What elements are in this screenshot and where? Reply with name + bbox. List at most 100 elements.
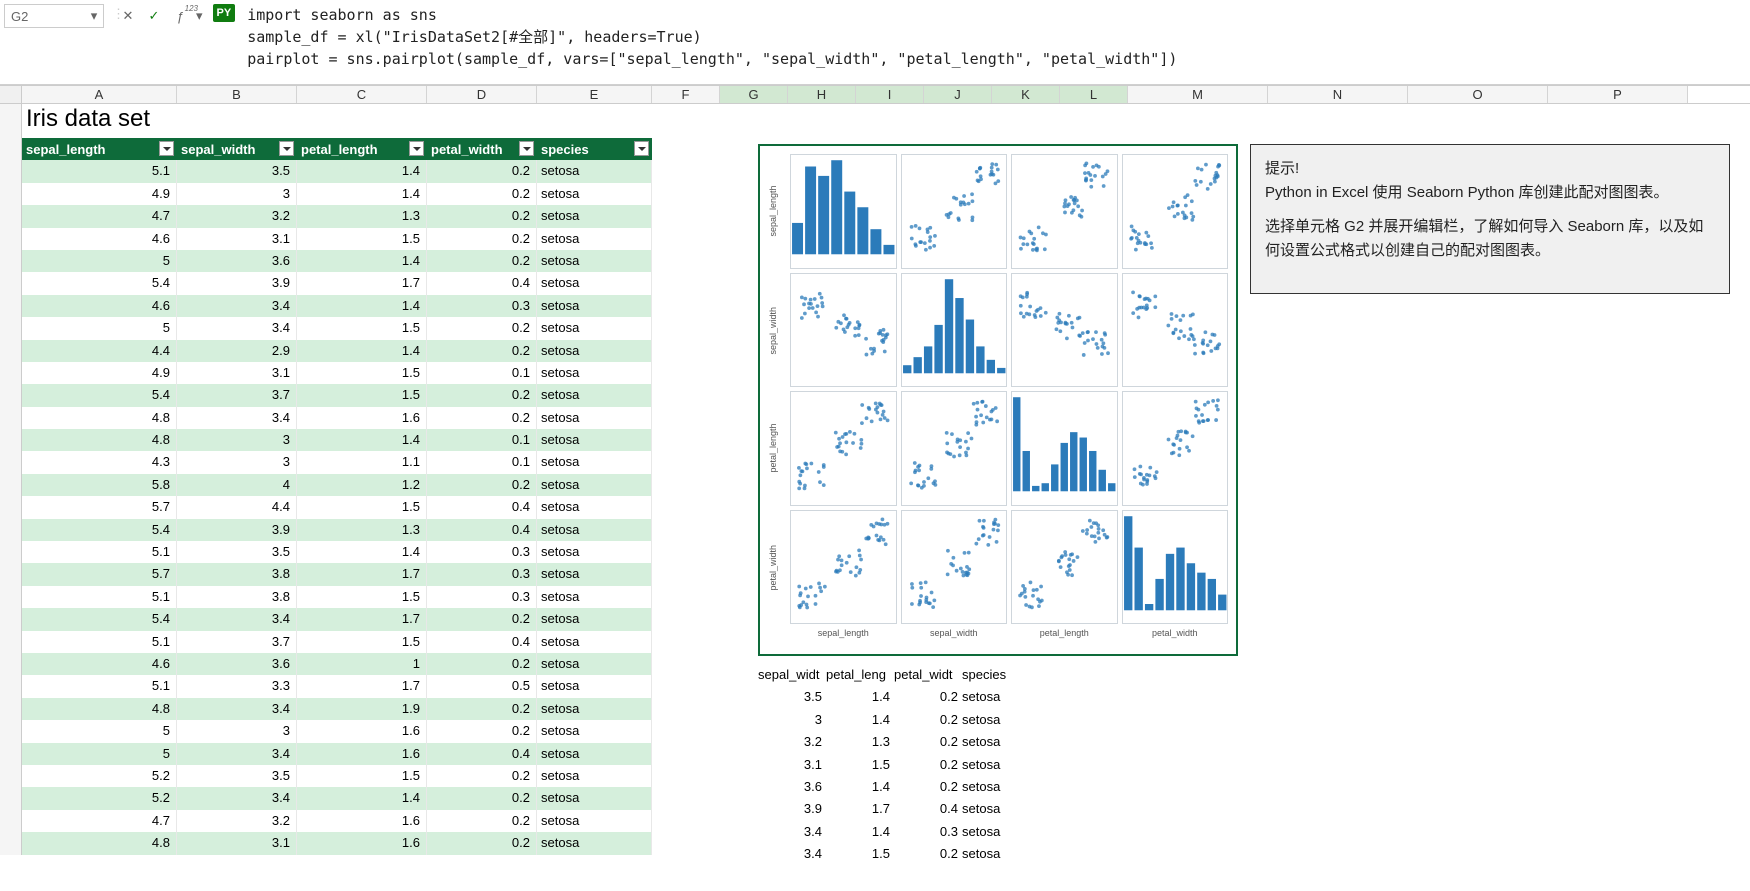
cell[interactable]: 0.1	[427, 451, 537, 473]
cell[interactable]: setosa	[537, 250, 652, 272]
cell[interactable]: 0.2	[427, 698, 537, 720]
cell[interactable]: 3.9	[758, 798, 826, 820]
row-number[interactable]	[0, 104, 22, 138]
column-header-N[interactable]: N	[1268, 86, 1408, 103]
table-row[interactable]: 4.73.21.30.2setosa	[22, 205, 652, 227]
cell[interactable]: setosa	[537, 160, 652, 182]
cell[interactable]: 1.7	[297, 272, 427, 294]
cell[interactable]: 0.3	[427, 541, 537, 563]
cell[interactable]: 5.2	[22, 765, 177, 787]
row-number[interactable]	[0, 317, 22, 339]
cell[interactable]: 1.5	[826, 754, 894, 776]
cell[interactable]: 1.5	[297, 496, 427, 518]
row-number[interactable]	[0, 541, 22, 563]
cell[interactable]: 5.4	[22, 608, 177, 630]
cell[interactable]: 5.1	[22, 541, 177, 563]
row-number[interactable]	[0, 250, 22, 272]
table-row[interactable]: 4.831.40.1setosa	[22, 429, 652, 451]
row-number[interactable]	[0, 810, 22, 832]
cell[interactable]: 2.9	[177, 340, 297, 362]
table-row[interactable]: 5.23.41.40.2setosa	[22, 787, 652, 809]
cell[interactable]: 3.9	[177, 519, 297, 541]
cell[interactable]: 1.2	[297, 474, 427, 496]
row-number[interactable]	[0, 362, 22, 384]
cell[interactable]: 1.6	[297, 720, 427, 742]
row-number[interactable]	[0, 183, 22, 205]
row-number[interactable]	[0, 631, 22, 653]
cell[interactable]: 0.3	[427, 295, 537, 317]
cell[interactable]: 1.6	[297, 810, 427, 832]
cell[interactable]: 1.1	[297, 451, 427, 473]
row-number[interactable]	[0, 272, 22, 294]
row-number[interactable]	[0, 407, 22, 429]
cell[interactable]: 0.2	[427, 340, 537, 362]
table-row[interactable]: 5.13.71.50.4setosa	[22, 631, 652, 653]
cell[interactable]: setosa	[537, 832, 652, 854]
cell[interactable]: 3.1	[177, 362, 297, 384]
cell[interactable]: setosa	[962, 821, 1030, 843]
column-header-F[interactable]: F	[652, 86, 720, 103]
row-number[interactable]	[0, 496, 22, 518]
cell[interactable]: 1.4	[297, 183, 427, 205]
cell[interactable]: 0.4	[427, 743, 537, 765]
cell[interactable]: 5	[22, 250, 177, 272]
cell[interactable]: 4.4	[22, 340, 177, 362]
table-row[interactable]: 4.42.91.40.2setosa	[22, 340, 652, 362]
filter-dropdown-icon[interactable]	[279, 141, 294, 156]
row-number[interactable]	[0, 765, 22, 787]
cell[interactable]: setosa	[537, 653, 652, 675]
column-header-B[interactable]: B	[177, 86, 297, 103]
cell[interactable]: 1.5	[297, 228, 427, 250]
row-number[interactable]	[0, 743, 22, 765]
filter-dropdown-icon[interactable]	[634, 141, 649, 156]
cell[interactable]: 3.6	[177, 653, 297, 675]
cell[interactable]: 1.5	[297, 362, 427, 384]
cell[interactable]: 3	[177, 429, 297, 451]
accept-formula-button[interactable]: ✓	[144, 6, 164, 26]
cell[interactable]: 3.7	[177, 384, 297, 406]
cell[interactable]: 4.9	[22, 362, 177, 384]
cell[interactable]: 0.2	[894, 709, 962, 731]
table-row[interactable]: 4.331.10.1setosa	[22, 451, 652, 473]
cell[interactable]: setosa	[537, 810, 652, 832]
column-header-A[interactable]: A	[22, 86, 177, 103]
cell[interactable]: 1.4	[826, 776, 894, 798]
cell[interactable]: 5.4	[22, 519, 177, 541]
cell[interactable]: setosa	[537, 743, 652, 765]
filter-dropdown-icon[interactable]	[159, 141, 174, 156]
cell[interactable]: 3.8	[177, 586, 297, 608]
table-row[interactable]: 531.60.2setosa	[22, 720, 652, 742]
table-row[interactable]: 5.841.20.2setosa	[22, 474, 652, 496]
row-number[interactable]	[0, 451, 22, 473]
table-row[interactable]: 3.21.30.2setosa	[758, 731, 1030, 753]
cell[interactable]: setosa	[537, 384, 652, 406]
row-number[interactable]	[0, 474, 22, 496]
table-row[interactable]: 5.13.51.40.2setosa	[22, 160, 652, 182]
cell[interactable]: 1.6	[297, 407, 427, 429]
cell[interactable]: 1	[297, 653, 427, 675]
cell[interactable]: 1.5	[297, 317, 427, 339]
cell[interactable]: 0.2	[427, 474, 537, 496]
cell[interactable]: 3.4	[758, 821, 826, 843]
cell[interactable]: 0.2	[894, 776, 962, 798]
cell[interactable]: 0.2	[427, 160, 537, 182]
table-row[interactable]: 53.41.60.4setosa	[22, 743, 652, 765]
cell[interactable]: 0.4	[427, 496, 537, 518]
cell[interactable]: 0.1	[427, 429, 537, 451]
cell[interactable]: 0.2	[427, 384, 537, 406]
cell[interactable]: 5.2	[22, 787, 177, 809]
row-number[interactable]	[0, 675, 22, 697]
row-number[interactable]	[0, 138, 22, 160]
cell[interactable]: 0.2	[427, 317, 537, 339]
cell[interactable]: setosa	[537, 407, 652, 429]
cell[interactable]: 1.7	[297, 675, 427, 697]
cell[interactable]: 3	[177, 451, 297, 473]
row-number[interactable]	[0, 787, 22, 809]
cell[interactable]: 3	[758, 709, 826, 731]
cell[interactable]: setosa	[962, 754, 1030, 776]
cell[interactable]: setosa	[537, 541, 652, 563]
cell[interactable]: setosa	[537, 340, 652, 362]
cell[interactable]: 0.2	[894, 686, 962, 708]
table-row[interactable]: 3.41.50.2setosa	[758, 843, 1030, 865]
cell[interactable]: 3.6	[758, 776, 826, 798]
